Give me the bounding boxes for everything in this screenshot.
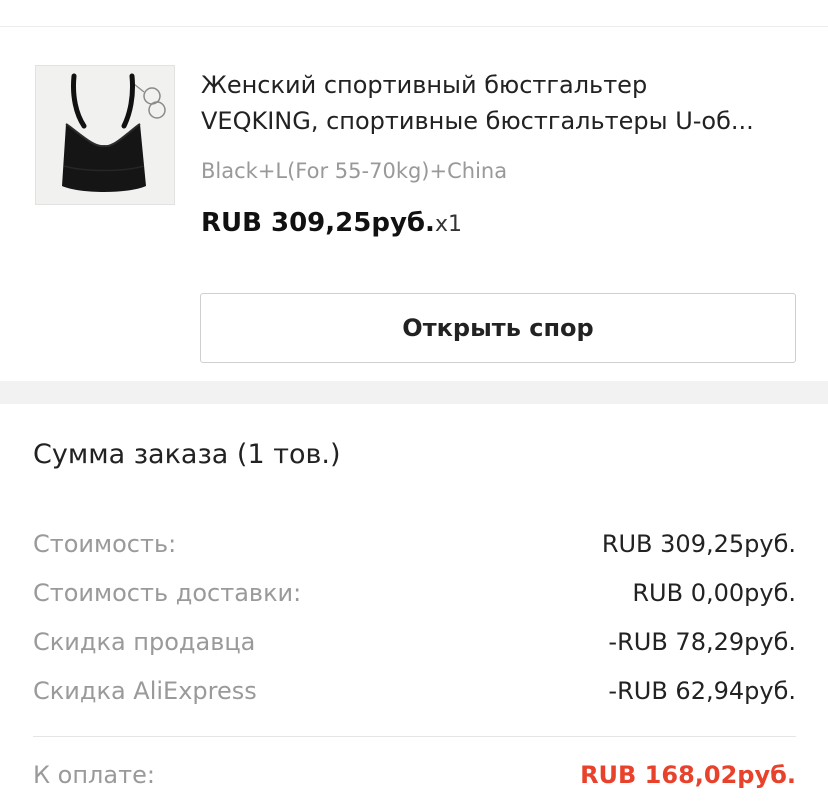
summary-row-seller-discount: Скидка продавца -RUB 78,29руб. (33, 624, 796, 660)
summary-row-aliexpress-discount: Скидка AliExpress -RUB 62,94руб. (33, 673, 796, 709)
summary-divider (33, 736, 796, 737)
open-dispute-button[interactable]: Открыть спор (200, 293, 796, 363)
summary-row-label: Скидка продавца (33, 628, 256, 656)
summary-total-row: К оплате: RUB 168,02руб. (33, 757, 796, 793)
product-price-row: RUB 309,25руб.x1 (201, 205, 462, 244)
summary-row-shipping: Стоимость доставки: RUB 0,00руб. (33, 575, 796, 611)
total-value: RUB 168,02руб. (580, 761, 796, 789)
order-summary-title: Сумма заказа (1 тов.) (33, 439, 341, 470)
product-variant: Black+L(For 55-70kg)+China (201, 159, 508, 183)
product-image[interactable] (35, 65, 175, 205)
product-price: RUB 309,25руб. (201, 208, 435, 238)
product-title[interactable]: Женский спортивный бюстгальтер VEQKING, … (201, 67, 801, 139)
product-quantity: x1 (434, 212, 462, 237)
order-item-card: Женский спортивный бюстгальтер VEQKING, … (0, 27, 828, 379)
summary-row-value: RUB 0,00руб. (632, 579, 796, 607)
product-title-line-1: Женский спортивный бюстгальтер (201, 71, 648, 99)
summary-row-value: -RUB 62,94руб. (608, 677, 796, 705)
summary-row-value: RUB 309,25руб. (601, 530, 796, 558)
summary-row-label: Стоимость доставки: (33, 579, 302, 607)
summary-row-label: Стоимость: (33, 530, 177, 558)
summary-row-value: -RUB 78,29руб. (608, 628, 796, 656)
total-label: К оплате: (33, 761, 155, 789)
section-separator (0, 381, 828, 404)
summary-row-subtotal: Стоимость: RUB 309,25руб. (33, 526, 796, 562)
sports-bra-product-photo-icon (36, 66, 174, 204)
summary-row-label: Скидка AliExpress (33, 677, 257, 705)
product-title-line-2: VEQKING, спортивные бюстгальтеры U-об... (201, 107, 754, 135)
order-summary: Сумма заказа (1 тов.) Стоимость: RUB 309… (0, 404, 828, 810)
